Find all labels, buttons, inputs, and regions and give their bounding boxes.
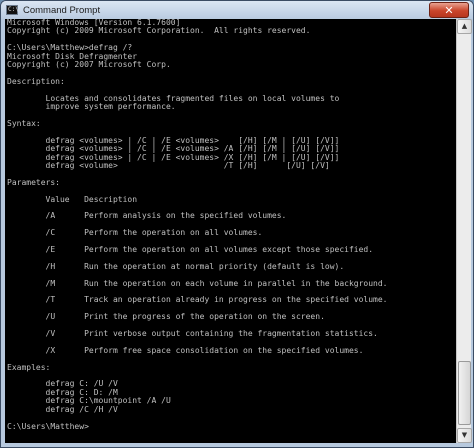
console-text: Microsoft Windows [Version 6.1.7600] Copy…: [7, 19, 388, 431]
console-line: /H Run the operation at normal priority …: [7, 261, 345, 271]
scroll-up-button[interactable]: ▲: [457, 19, 472, 34]
console-line: defrag <volume> /T [/H] [/U] [/V]: [7, 160, 330, 170]
console-line: Copyright (c) 2007 Microsoft Corp.: [7, 60, 171, 70]
window-title: Command Prompt: [23, 4, 101, 16]
vertical-scrollbar[interactable]: ▲ ▼: [456, 19, 472, 443]
console-line: Description:: [7, 76, 65, 86]
console-line: /C Perform the operation on all volumes.: [7, 228, 263, 238]
scroll-thumb[interactable]: [458, 361, 471, 425]
console-line: /X Perform free space consolidation on t…: [7, 345, 364, 355]
console-line: Parameters:: [7, 177, 60, 187]
console-line: defrag /C /H /V: [7, 404, 118, 414]
window-bottom-border: [1, 443, 473, 447]
console-line: Examples:: [7, 362, 51, 372]
close-icon: ✕: [444, 3, 454, 17]
console-line: Syntax:: [7, 118, 41, 128]
console-line: /A Perform analysis on the specified vol…: [7, 211, 287, 221]
close-button[interactable]: ✕: [429, 2, 469, 18]
console-line: improve system performance.: [7, 102, 176, 112]
console-line: /M Run the operation on each volume in p…: [7, 278, 388, 288]
title-bar[interactable]: C:\ Command Prompt ✕: [1, 1, 473, 19]
console-line: /U Print the progress of the operation o…: [7, 312, 325, 322]
console-line: /E Perform the operation on all volumes …: [7, 244, 374, 254]
scroll-down-button[interactable]: ▼: [457, 428, 472, 443]
command-prompt-icon[interactable]: C:\: [6, 5, 19, 15]
console-output[interactable]: Microsoft Windows [Version 6.1.7600] Copy…: [5, 19, 456, 443]
command-prompt-window: C:\ Command Prompt ✕ Microsoft Windows […: [0, 0, 474, 448]
console-line: /T Track an operation already in progres…: [7, 295, 388, 305]
console-line: Copyright (c) 2009 Microsoft Corporation…: [7, 26, 311, 36]
console-line: /V Print verbose output containing the f…: [7, 329, 378, 339]
console-line: Value Description: [7, 194, 138, 204]
console-line: C:\Users\Matthew>: [7, 421, 89, 431]
